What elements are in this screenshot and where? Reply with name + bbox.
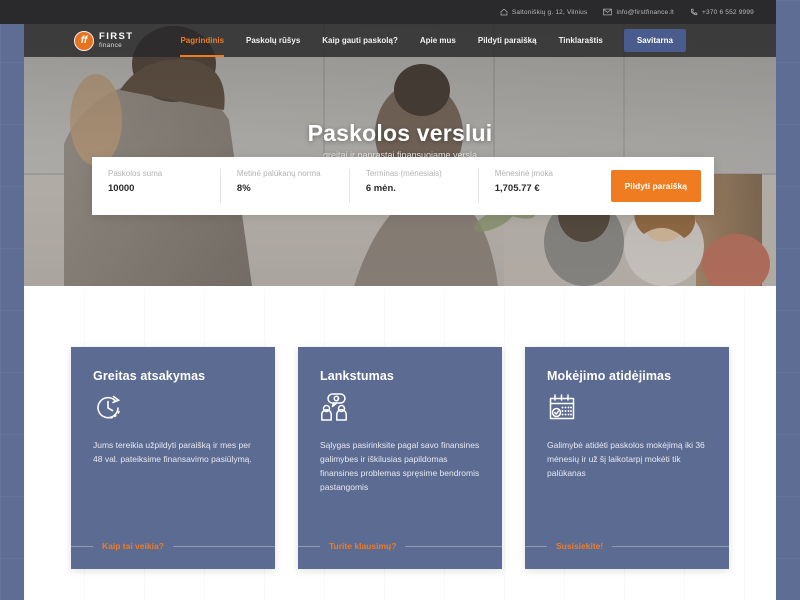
home-icon (500, 8, 508, 16)
calendar-check-icon (547, 392, 707, 422)
card-title: Mokėjimo atidėjimas (547, 369, 672, 383)
loan-calculator-bar: Paskolos suma 10000 Metinė palūkanų norm… (92, 157, 714, 215)
nav-item-pagrindinis[interactable]: Pagrindinis (169, 24, 235, 57)
divider (298, 545, 320, 547)
feature-card: Lankstumas Sąlygas pasirinksite pagal sa… (298, 347, 502, 569)
calc-label: Mėnesinė įmoka (494, 169, 553, 178)
contact-address-text: Saltoniškių g. 12, Vilnius (511, 8, 588, 16)
card-body: Galimybė atidėti paskolos mokėjimą iki 3… (547, 440, 705, 479)
feature-card: Mokėjimo atidėjimas Galimybė atidėti pas… (525, 347, 729, 569)
nav-item-apie-mus[interactable]: Apie mus (409, 24, 467, 57)
nav-links: Pagrindinis Paskolų rūšys Kaip gauti pas… (169, 24, 686, 57)
card-footer: Susisiekite! (525, 541, 729, 551)
card-title: Greitas atsakymas (93, 369, 206, 383)
phone-icon (691, 8, 698, 16)
card-footer: Kaip tai veikia? (71, 541, 275, 551)
calc-value: 1,705.77 € (494, 183, 540, 194)
nav-item-tinklarastis[interactable]: Tinklaraštis (548, 24, 614, 57)
site-logo[interactable]: ff FIRST finance (74, 30, 133, 51)
calc-field-monthly-payment: Mėnesinė įmoka 1,705.77 € (479, 169, 607, 203)
contact-phone[interactable]: +370 6 552 9999 (690, 8, 754, 16)
top-contact-bar: Saltoniškių g. 12, Vilnius info@firstfin… (0, 0, 776, 24)
contact-address[interactable]: Saltoniškių g. 12, Vilnius (500, 8, 588, 16)
envelope-icon (603, 8, 613, 16)
self-service-button[interactable]: Savitarna (623, 29, 686, 52)
divider (405, 545, 502, 547)
divider (612, 545, 729, 547)
clock-icon (93, 392, 253, 422)
calc-label: Metinė palūkanų norma (236, 169, 321, 178)
nav-item-pildyti-paraiska[interactable]: Pildyti paraišką (467, 24, 548, 57)
calc-value: 6 mėn. (365, 183, 396, 194)
card-body: Sąlygas pasirinksite pagal savo finansin… (320, 440, 480, 493)
site-content: Paskolos verslui greitai ir paprastai fi… (24, 0, 776, 600)
card-link[interactable]: Turite klausimų? (320, 541, 405, 551)
logo-mark-icon: ff (74, 30, 94, 51)
page-root: Paskolos verslui greitai ir paprastai fi… (0, 0, 800, 600)
feature-cards: Greitas atsakymas Jums tereikia užpildyt… (24, 347, 776, 569)
logo-name-primary: FIRST (99, 31, 134, 42)
contact-phone-text: +370 6 552 9999 (702, 8, 754, 16)
calc-field-term[interactable]: Terminas (mėnesiais) 6 mėn. (350, 169, 479, 203)
calc-label: Paskolos suma (108, 169, 163, 178)
divider (71, 545, 93, 547)
calc-label: Terminas (mėnesiais) (365, 169, 442, 178)
calc-field-interest-rate[interactable]: Metinė palūkanų norma 8% (221, 169, 350, 203)
calc-value: 8% (236, 183, 251, 194)
card-footer: Turite klausimų? (298, 541, 502, 551)
logo-name-secondary: finance (99, 41, 123, 49)
people-chat-icon (320, 392, 480, 422)
contact-email[interactable]: info@firstfinance.lt (603, 8, 674, 16)
nav-item-kaip-gauti-paskola[interactable]: Kaip gauti paskolą? (311, 24, 409, 57)
apply-button[interactable]: Pildyti paraišką (610, 170, 701, 202)
hero-heading-group: Paskolos verslui greitai ir paprastai fi… (24, 120, 776, 160)
logo-text: FIRST finance (99, 32, 133, 49)
main-navigation: ff FIRST finance Pagrindinis Paskolų rūš… (24, 24, 776, 57)
hero-section: Paskolos verslui greitai ir paprastai fi… (24, 24, 776, 286)
card-body: Jums tereikia užpildyti paraišką ir mes … (93, 440, 252, 465)
card-link[interactable]: Kaip tai veikia? (93, 541, 173, 551)
calc-field-loan-amount[interactable]: Paskolos suma 10000 (92, 169, 221, 203)
card-title: Lankstumas (320, 369, 394, 383)
nav-item-paskolu-rusys[interactable]: Paskolų rūšys (235, 24, 311, 57)
divider (525, 545, 547, 547)
contact-email-text: info@firstfinance.lt (616, 8, 675, 16)
divider (172, 545, 275, 547)
card-link[interactable]: Susisiekite! (547, 541, 612, 551)
calc-value: 10000 (108, 183, 135, 194)
feature-card: Greitas atsakymas Jums tereikia užpildyt… (71, 347, 275, 569)
calc-button-wrap: Pildyti paraišką (607, 170, 714, 202)
page-title: Paskolos verslui (307, 120, 493, 146)
